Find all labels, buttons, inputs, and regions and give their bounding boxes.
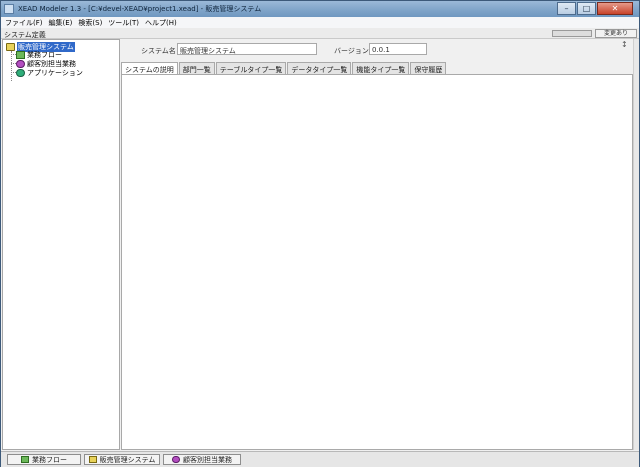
maximize-icon[interactable]: □ bbox=[577, 2, 596, 15]
bottom-tab-label: 顧客別担当業務 bbox=[183, 455, 232, 464]
bottom-tab-bar: 業務フロー 販売管理システム 顧客別担当業務 bbox=[1, 451, 639, 467]
tree-connector bbox=[11, 51, 12, 81]
tab-function-types[interactable]: 機能タイプ一覧 bbox=[352, 62, 410, 74]
system-name-input[interactable]: 販売管理システム bbox=[177, 43, 317, 55]
bottom-tab-label: 販売管理システム bbox=[99, 455, 156, 464]
menu-tools[interactable]: ツール(T) bbox=[104, 17, 141, 28]
title-bar: XEAD Modeler 1.3 - [C:¥devel-XEAD¥projec… bbox=[1, 1, 639, 17]
role-icon bbox=[16, 59, 25, 68]
detail-panel: システム名 販売管理システム バージョン 0.0.1 システムの説明 部門一覧 … bbox=[121, 39, 633, 450]
menu-bar: ファイル(F) 編集(E) 検索(S) ツール(T) ヘルプ(H) bbox=[1, 17, 639, 28]
tree-item-label: アプリケーション bbox=[27, 68, 83, 77]
tree-item-applications[interactable]: アプリケーション bbox=[16, 68, 83, 77]
window-title: XEAD Modeler 1.3 - [C:¥devel-XEAD¥projec… bbox=[18, 5, 262, 13]
menu-search[interactable]: 検索(S) bbox=[74, 17, 104, 28]
description-textarea[interactable] bbox=[121, 74, 633, 450]
progress-bar bbox=[552, 30, 592, 37]
system-icon bbox=[88, 456, 97, 463]
tab-strip: システムの説明 部門一覧 テーブルタイプ一覧 データタイプ一覧 機能タイプ一覧 … bbox=[121, 62, 447, 75]
tab-table-types[interactable]: テーブルタイプ一覧 bbox=[215, 62, 287, 74]
tab-maintenance-history[interactable]: 保守履歴 bbox=[410, 62, 447, 74]
app-icon bbox=[4, 4, 14, 14]
version-input[interactable]: 0.0.1 bbox=[369, 43, 427, 55]
application-icon bbox=[16, 68, 25, 77]
tab-data-types[interactable]: データタイプ一覧 bbox=[287, 62, 352, 74]
close-icon[interactable]: ✕ bbox=[597, 2, 633, 15]
vertical-scrollbar[interactable] bbox=[633, 39, 639, 450]
menu-edit[interactable]: 編集(E) bbox=[45, 17, 75, 28]
version-label: バージョン bbox=[334, 47, 369, 55]
changed-badge: 変更あり bbox=[595, 29, 637, 38]
bottom-tab-system[interactable]: 販売管理システム bbox=[84, 454, 160, 465]
system-name-label: システム名 bbox=[141, 47, 176, 55]
bottom-tab-label: 業務フロー bbox=[32, 455, 67, 464]
menu-file[interactable]: ファイル(F) bbox=[1, 17, 45, 28]
tab-departments[interactable]: 部門一覧 bbox=[178, 62, 215, 74]
menu-help[interactable]: ヘルプ(H) bbox=[141, 17, 179, 28]
header-strip: システム定義 変更あり bbox=[1, 28, 639, 39]
window-controls: – □ ✕ bbox=[556, 2, 633, 15]
flow-icon bbox=[16, 50, 25, 59]
model-tree[interactable]: 販売管理システム 業務フロー 顧客別担当業務 アプリケーション bbox=[2, 39, 120, 450]
system-icon bbox=[6, 42, 15, 51]
app-window: XEAD Modeler 1.3 - [C:¥devel-XEAD¥projec… bbox=[0, 0, 640, 467]
role-icon bbox=[172, 456, 180, 463]
minimize-icon[interactable]: – bbox=[557, 2, 576, 15]
flow-icon bbox=[21, 456, 29, 463]
resize-cursor-icon: ↕ bbox=[621, 40, 628, 49]
bottom-tab-business-flow[interactable]: 業務フロー bbox=[7, 454, 81, 465]
bottom-tab-customer-tasks[interactable]: 顧客別担当業務 bbox=[163, 454, 241, 465]
